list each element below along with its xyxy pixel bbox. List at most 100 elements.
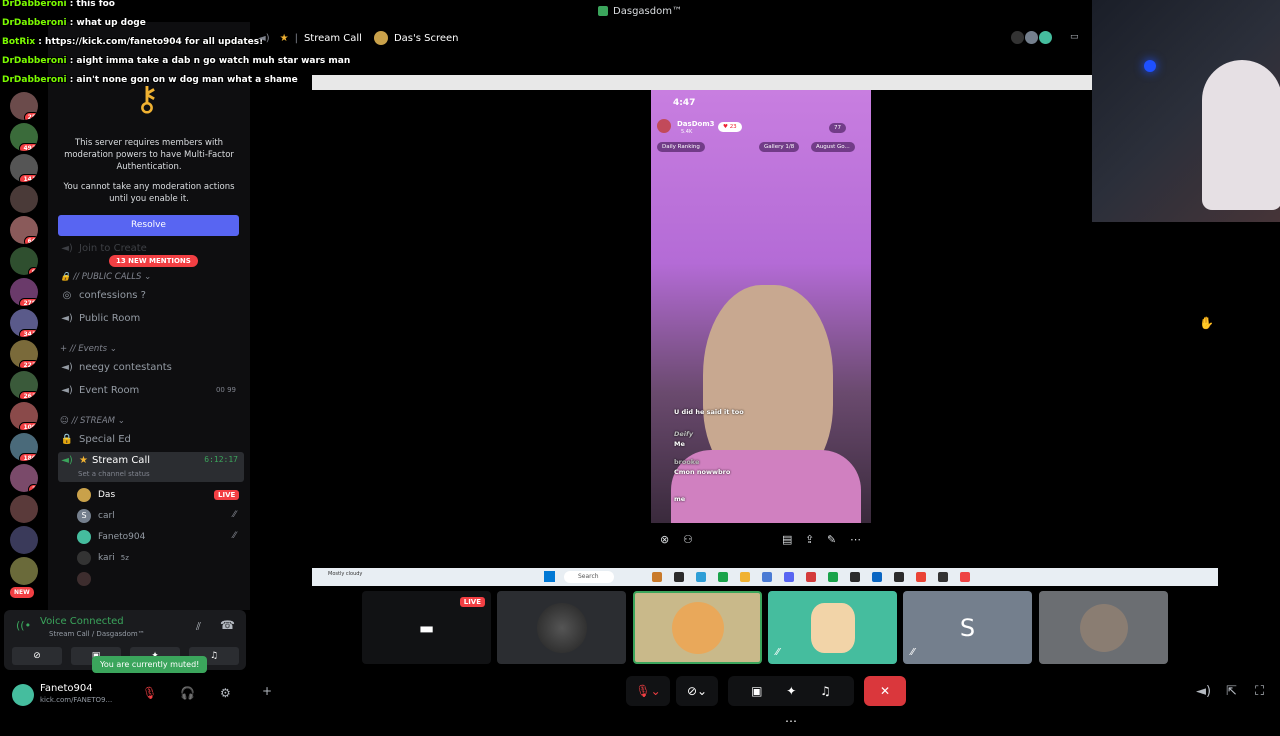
- server-icon[interactable]: [10, 557, 38, 585]
- camera-button[interactable]: ⊘⌄: [676, 676, 718, 706]
- channel-event-room[interactable]: ◄) Event Room 00 99: [58, 380, 244, 400]
- phone-time: 4:47: [673, 98, 696, 108]
- channel-special-ed[interactable]: 🔒 Special Ed: [58, 429, 244, 449]
- noise-icon[interactable]: ⫽: [196, 620, 201, 634]
- share-icon[interactable]: ⇪: [805, 533, 814, 546]
- speaker-icon: ◄): [61, 242, 73, 254]
- screen-share-video[interactable]: 4:47 DasDom3 5.4K ♥ 23 77 Daily Ranking …: [651, 90, 871, 523]
- participant-tile[interactable]: S ⁄⁄: [903, 591, 1032, 664]
- app-icon: [938, 572, 948, 582]
- voice-user[interactable]: kari 5z: [77, 549, 129, 567]
- mic-muted-icon[interactable]: 🎙: [142, 686, 157, 700]
- chat-message: DrDabberoni : this foo: [2, 0, 115, 9]
- screen-share-tile[interactable]: ▬ LIVE: [362, 591, 491, 664]
- server-icon[interactable]: 25: [10, 92, 38, 120]
- shared-taskbar: Mostly cloudy Search: [312, 568, 1218, 586]
- server-badge: 278: [19, 298, 38, 306]
- server-icon[interactable]: 9: [10, 247, 38, 275]
- server-badge: 9: [27, 267, 38, 275]
- voice-user[interactable]: [77, 570, 98, 588]
- channel-neegy-contestants[interactable]: ◄) neegy contestants: [58, 357, 244, 377]
- username[interactable]: Faneto904: [40, 683, 93, 694]
- speaker-icon: ◄): [61, 312, 73, 324]
- blue-light: [1144, 60, 1156, 72]
- gear-icon[interactable]: ⚙: [220, 686, 231, 700]
- server-badge: 492: [19, 143, 38, 151]
- voice-connected[interactable]: Voice Connected: [40, 616, 124, 627]
- chat-icon[interactable]: ▭: [1070, 32, 1079, 42]
- server-icon[interactable]: 341: [10, 309, 38, 337]
- server-icon[interactable]: 141: [10, 154, 38, 182]
- server-icon[interactable]: 223: [10, 340, 38, 368]
- server-badge: 223: [19, 360, 38, 368]
- voice-user[interactable]: Scarl: [77, 507, 115, 525]
- participant-tile[interactable]: [1039, 591, 1168, 664]
- leave-call-button[interactable]: ✕: [864, 676, 906, 706]
- more-icon[interactable]: ⋯: [850, 533, 861, 546]
- popout-icon[interactable]: ⇱: [1226, 684, 1237, 699]
- category-events[interactable]: + // Events ⌄: [60, 344, 117, 354]
- chat-text: : what up doge: [66, 18, 146, 28]
- server-icon[interactable]: 66: [10, 216, 38, 244]
- channel-public-room[interactable]: ◄) Public Room: [58, 308, 244, 328]
- event-room-counts: 00 99: [215, 386, 236, 394]
- category-public-calls[interactable]: 🔒 // PUBLIC CALLS ⌄: [60, 272, 151, 282]
- avatar-letter: S: [959, 613, 976, 642]
- server-icon[interactable]: 263: [10, 371, 38, 399]
- mentions-badge[interactable]: 13 NEW MENTIONS: [109, 255, 198, 267]
- avatar[interactable]: [12, 684, 34, 706]
- participant-tile[interactable]: ⁄⁄: [768, 591, 897, 664]
- new-badge: NEW: [10, 587, 34, 598]
- avatar[interactable]: [1010, 30, 1025, 45]
- soundboard-icon[interactable]: ♫: [820, 684, 831, 698]
- server-icon[interactable]: 278: [10, 278, 38, 306]
- camera-button[interactable]: ⊘: [12, 647, 62, 665]
- monitor-icon: ▬: [418, 618, 435, 637]
- mute-button[interactable]: 🎙⌄: [626, 676, 670, 706]
- server-icon[interactable]: [10, 495, 38, 523]
- voice-channel[interactable]: Stream Call / Dasgasdom™: [49, 630, 145, 638]
- link-icon[interactable]: ⊗: [660, 533, 669, 546]
- participant-tile[interactable]: [497, 591, 626, 664]
- voice-user[interactable]: Faneto904: [77, 528, 145, 546]
- server-icon[interactable]: [10, 526, 38, 554]
- speaker-icon: ◄): [258, 32, 270, 44]
- server-icon[interactable]: [10, 185, 38, 213]
- pencil-icon[interactable]: ✎: [827, 533, 836, 546]
- people-icon[interactable]: ⚇: [683, 533, 693, 546]
- app-icon: [652, 572, 662, 582]
- server-badge: 263: [19, 391, 38, 399]
- server-icon[interactable]: 492: [10, 123, 38, 151]
- participant-tile[interactable]: [633, 591, 762, 664]
- server-badge: 180: [19, 453, 38, 461]
- mic-muted-icon: ⁄⁄: [776, 647, 780, 658]
- avatar[interactable]: [1038, 30, 1053, 45]
- more-icon[interactable]: ⋯: [785, 714, 797, 728]
- chat-username: BotRix: [2, 37, 36, 47]
- avatar[interactable]: [1024, 30, 1039, 45]
- disconnect-icon[interactable]: ☎: [220, 618, 235, 632]
- app-icon: [718, 572, 728, 582]
- add-friend-icon[interactable]: +: [262, 684, 272, 698]
- server-icon[interactable]: 3: [10, 464, 38, 492]
- resolve-button[interactable]: Resolve: [58, 215, 239, 236]
- lock-icon: 🔒: [60, 433, 74, 445]
- fullscreen-icon[interactable]: ⛶: [1255, 684, 1264, 699]
- app-icon: [806, 572, 816, 582]
- server-icon[interactable]: 109: [10, 402, 38, 430]
- chat-text: : this foo: [66, 0, 115, 9]
- category-stream[interactable]: ☺ // STREAM ⌄: [60, 416, 125, 426]
- headphones-icon[interactable]: 🎧: [180, 686, 195, 700]
- server-icon[interactable]: 180: [10, 433, 38, 461]
- voice-user[interactable]: Das: [77, 486, 115, 504]
- channel-confessions[interactable]: ◎ confessions ?: [58, 285, 244, 305]
- channel-status[interactable]: Set a channel status: [78, 470, 150, 478]
- screenshare-icon[interactable]: ▣: [751, 684, 762, 698]
- avatar: [671, 601, 724, 654]
- volume-icon[interactable]: ◄): [1196, 684, 1211, 699]
- activities-icon[interactable]: ✦: [786, 684, 796, 698]
- deafen-icon: ⁄⁄: [233, 510, 237, 520]
- avatar: [77, 488, 91, 502]
- gallery-chip: Gallery 1/8: [759, 142, 800, 152]
- message-icon[interactable]: ▤: [782, 533, 792, 546]
